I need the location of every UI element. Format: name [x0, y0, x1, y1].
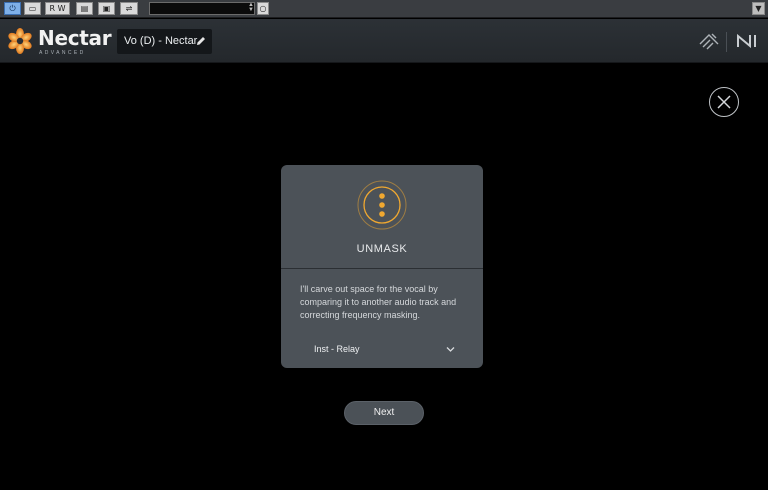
card-title: UNMASK: [356, 243, 408, 255]
settings-button[interactable]: ▣: [98, 2, 115, 15]
chevron-down-icon: [446, 347, 455, 352]
preset-stepper-icon[interactable]: ▲ ▼: [247, 2, 255, 14]
preset-search-icon[interactable]: ○: [257, 2, 269, 15]
signal-flow-icon[interactable]: [697, 29, 721, 53]
brand-subtitle: ADVANCED: [39, 50, 86, 56]
unmask-card: UNMASK I'll carve out space for the voca…: [281, 165, 483, 368]
track-dropdown[interactable]: Inst - Relay: [300, 341, 464, 359]
preset-field[interactable]: [149, 2, 255, 15]
close-button[interactable]: [709, 87, 739, 117]
preset-menu-button[interactable]: ▤: [76, 2, 93, 15]
assistant-view: UNMASK I'll carve out space for the voca…: [0, 63, 768, 490]
pencil-icon[interactable]: [195, 35, 207, 47]
unmask-icon: [357, 180, 407, 230]
card-description: I'll carve out space for the vocal by co…: [300, 284, 457, 320]
compare-button[interactable]: ▭: [24, 2, 41, 15]
host-toolbar: ⏻ ▭ R W ▤ ▣ ⇌ ▲ ▼ ○ ▼: [0, 0, 768, 18]
preset-name-label: Vo (D) - Nectar: [124, 35, 198, 47]
track-dropdown-value: Inst - Relay: [314, 344, 360, 354]
nectar-logo-icon: [8, 28, 32, 54]
header-divider: [726, 32, 727, 52]
routing-button[interactable]: ⇌: [120, 2, 138, 15]
close-icon: [717, 95, 731, 109]
read-write-button[interactable]: R W: [45, 2, 70, 15]
card-divider: [281, 268, 483, 269]
plugin-header: Nectar ADVANCED Vo (D) - Nectar: [0, 19, 768, 63]
brand-name: Nectar: [38, 26, 112, 50]
next-button[interactable]: Next: [344, 401, 424, 425]
power-button[interactable]: ⏻: [4, 2, 21, 15]
ni-logo-icon[interactable]: [735, 29, 759, 53]
preset-name-field[interactable]: Vo (D) - Nectar: [117, 29, 212, 54]
host-menu-icon[interactable]: ▼: [752, 2, 765, 15]
